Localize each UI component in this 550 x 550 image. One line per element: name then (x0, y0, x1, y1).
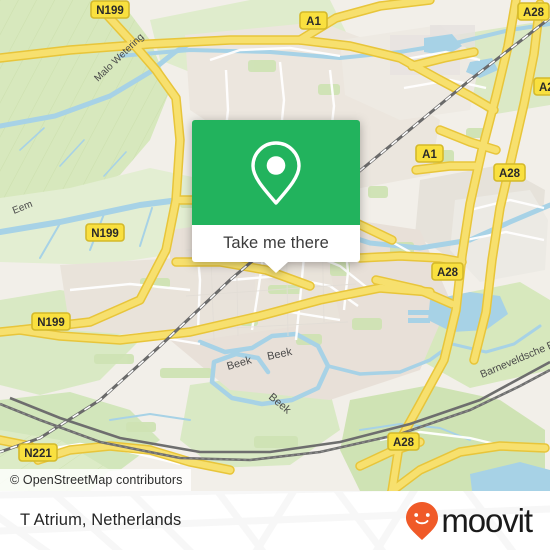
card-action-panel[interactable]: Take me there (192, 225, 360, 273)
svg-text:A28: A28 (523, 7, 545, 19)
footer-bar: T Atrium, Netherlands moovit (0, 491, 550, 550)
svg-text:A1: A1 (422, 149, 437, 161)
take-me-there-card[interactable]: Take me there (192, 120, 360, 273)
svg-text:A28: A28 (437, 267, 459, 279)
svg-text:A1: A1 (306, 16, 321, 28)
moovit-location-card: Malo Wetering Eem Beek Beek Beek Barneve… (0, 0, 550, 550)
map-attribution: © OpenStreetMap contributors (0, 469, 191, 491)
take-me-there-label: Take me there (223, 234, 329, 252)
callout-tail (264, 262, 288, 273)
location-title: T Atrium, Netherlands (20, 511, 182, 529)
moovit-wordmark: moovit (441, 502, 533, 539)
svg-text:N199: N199 (96, 5, 124, 17)
attribution-text: © OpenStreetMap contributors (10, 473, 183, 487)
svg-text:A28: A28 (539, 82, 550, 94)
svg-text:N199: N199 (91, 228, 119, 240)
svg-text:N221: N221 (24, 448, 52, 460)
map-pin-icon (251, 140, 301, 205)
moovit-smiley-pin-icon (406, 501, 439, 540)
card-pin-panel (192, 120, 360, 225)
svg-text:A28: A28 (393, 437, 415, 449)
svg-text:N199: N199 (37, 317, 65, 329)
svg-text:A28: A28 (499, 168, 521, 180)
moovit-logo[interactable]: moovit (405, 501, 533, 541)
